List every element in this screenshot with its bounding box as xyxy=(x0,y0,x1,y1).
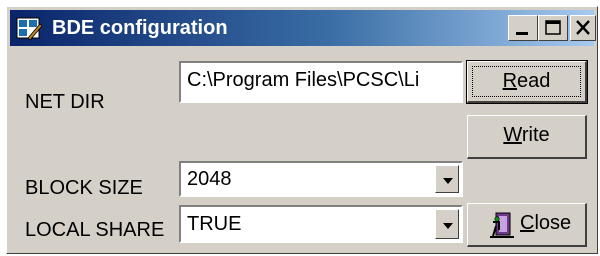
chevron-down-icon xyxy=(443,223,453,229)
block-size-combobox[interactable]: 2048 xyxy=(179,161,463,197)
block-size-label: BLOCK SIZE xyxy=(25,177,143,199)
minimize-button[interactable] xyxy=(508,15,538,41)
local-share-value: TRUE xyxy=(187,213,242,235)
read-button-label: Read xyxy=(502,70,551,92)
read-button[interactable]: Read xyxy=(466,60,588,104)
local-share-label: LOCAL SHARE xyxy=(25,219,165,241)
net-dir-input[interactable]: C:\Program Files\PCSC\Li xyxy=(179,61,463,103)
close-window-button[interactable] xyxy=(570,15,596,41)
bde-app-icon xyxy=(16,17,42,40)
window-title: BDE configuration xyxy=(52,17,228,39)
net-dir-value: C:\Program Files\PCSC\Li xyxy=(187,69,420,91)
chevron-down-icon xyxy=(443,178,453,184)
maximize-button[interactable] xyxy=(538,15,568,41)
block-size-value: 2048 xyxy=(187,168,232,190)
close-button[interactable]: Close xyxy=(467,203,587,247)
bde-config-window: BDE configuration NET DIR C:\Program Fil… xyxy=(6,6,598,254)
write-button[interactable]: Write xyxy=(467,115,587,159)
door-exit-icon xyxy=(490,212,514,238)
net-dir-label: NET DIR xyxy=(25,91,105,113)
close-button-label: Close xyxy=(520,212,572,234)
maximize-icon xyxy=(545,20,561,35)
close-icon xyxy=(576,20,590,35)
title-bar[interactable]: BDE configuration xyxy=(10,10,596,46)
local-share-combobox[interactable]: TRUE xyxy=(179,205,463,243)
local-share-dropdown-button[interactable] xyxy=(435,209,459,239)
write-button-label: Write xyxy=(503,124,550,146)
minimize-icon xyxy=(516,32,528,35)
block-size-dropdown-button[interactable] xyxy=(435,165,459,193)
